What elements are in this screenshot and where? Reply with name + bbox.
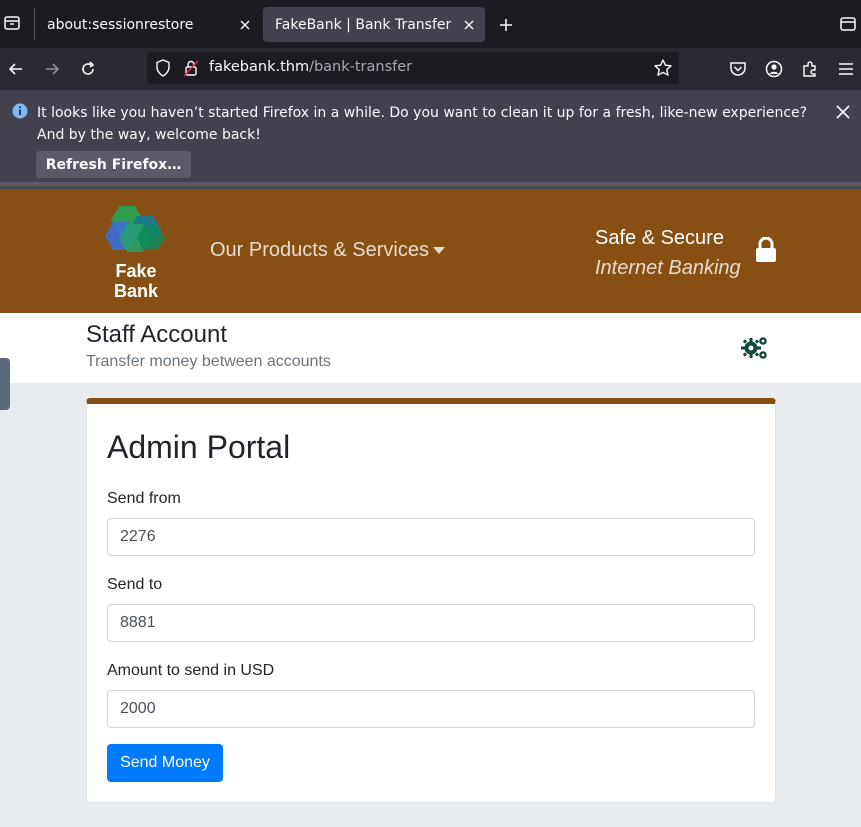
- tracking-protection-shield-icon[interactable]: [155, 59, 171, 77]
- tab-title: FakeBank | Bank Transfer: [275, 16, 452, 33]
- padlock-icon: [756, 237, 776, 262]
- gears-icon[interactable]: [741, 335, 769, 361]
- url-text: fakebank.thm/bank-transfer: [209, 59, 412, 75]
- url-path: /bank-transfer: [309, 59, 413, 75]
- send-to-input[interactable]: [107, 604, 755, 642]
- tagline: Safe & Secure Internet Banking: [595, 223, 741, 283]
- caret-down-icon: [432, 247, 445, 255]
- extensions-button[interactable]: [798, 57, 822, 81]
- close-notification-icon[interactable]: [833, 102, 853, 122]
- notification-message: It looks like you haven’t started Firefo…: [37, 105, 808, 143]
- send-money-button[interactable]: Send Money: [107, 744, 223, 782]
- send-from-input[interactable]: [107, 518, 755, 556]
- insecure-lock-icon[interactable]: [183, 59, 199, 77]
- sidebar-handle[interactable]: [0, 358, 10, 410]
- site-header: Fake Bank Our Products & Services Safe &…: [0, 186, 861, 313]
- card-heading: Admin Portal: [107, 429, 291, 465]
- tab-title: about:sessionrestore: [47, 16, 194, 33]
- pocket-button[interactable]: [726, 57, 750, 81]
- firefox-refresh-notification: It looks like you haven’t started Firefo…: [0, 90, 861, 186]
- reload-button[interactable]: [76, 57, 100, 81]
- fakebank-logo-mark: [105, 206, 165, 252]
- amount-label: Amount to send in USD: [107, 662, 275, 679]
- page-subtitle: Transfer money between accounts: [86, 353, 331, 370]
- account-button[interactable]: [762, 57, 786, 81]
- new-tab-button[interactable]: [494, 13, 518, 37]
- tagline-line1: Safe & Secure: [595, 227, 724, 249]
- menu-hamburger-icon[interactable]: [834, 57, 858, 81]
- bookmark-star-icon[interactable]: [653, 58, 673, 78]
- logo-line2: Bank: [113, 281, 158, 301]
- close-tab-icon[interactable]: [457, 13, 481, 37]
- tab-bank-transfer[interactable]: FakeBank | Bank Transfer: [263, 7, 485, 42]
- products-label: Our Products & Services: [210, 239, 429, 261]
- forward-button[interactable]: [40, 57, 64, 81]
- refresh-firefox-button[interactable]: Refresh Firefox…: [36, 151, 191, 178]
- back-button[interactable]: [4, 57, 28, 81]
- send-to-label: Send to: [107, 576, 163, 593]
- info-icon: [12, 103, 28, 119]
- products-services-dropdown[interactable]: Our Products & Services: [210, 239, 445, 262]
- tab-bar: about:sessionrestore FakeBank | Bank Tra…: [0, 0, 861, 48]
- page-subheader: Staff Account Transfer money between acc…: [0, 313, 861, 383]
- logo-wordmark: Fake Bank: [103, 261, 169, 301]
- firefox-view-icon[interactable]: [3, 14, 21, 32]
- url-bar[interactable]: fakebank.thm/bank-transfer: [147, 52, 679, 84]
- navigation-toolbar: fakebank.thm/bank-transfer: [0, 48, 861, 90]
- amount-input[interactable]: [107, 690, 755, 728]
- tab-sessionrestore[interactable]: about:sessionrestore: [35, 7, 261, 42]
- page-title: Staff Account: [86, 321, 227, 348]
- fakebank-logo[interactable]: Fake Bank: [103, 204, 169, 301]
- url-host: fakebank.thm: [209, 59, 310, 75]
- send-from-label: Send from: [107, 490, 181, 507]
- list-all-tabs-icon[interactable]: [838, 14, 858, 34]
- close-tab-icon[interactable]: [233, 13, 257, 37]
- logo-line1: Fake: [115, 261, 157, 281]
- tagline-line2: Internet Banking: [595, 257, 741, 279]
- admin-portal-card: Admin Portal Send from Send to Amount to…: [86, 398, 776, 803]
